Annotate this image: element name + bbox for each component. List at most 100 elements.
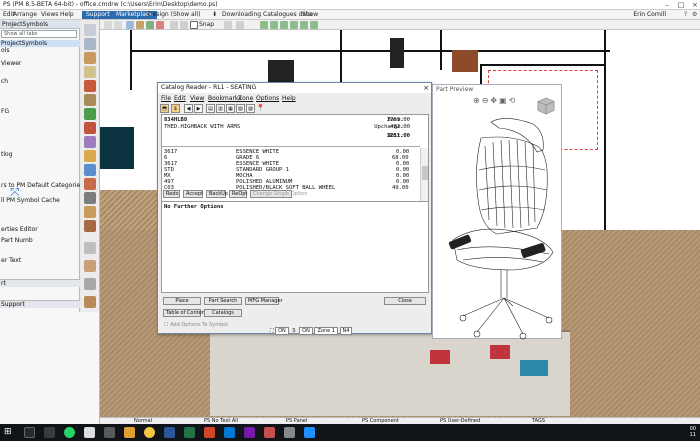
symbol-icon-16[interactable]	[84, 242, 96, 254]
part-search-button[interactable]: Part Search	[204, 297, 242, 305]
panel-item-text[interactable]: er Text	[0, 257, 80, 264]
panel-item-catalog[interactable]: tlog	[0, 151, 80, 158]
symbol-icon-5[interactable]	[84, 80, 96, 92]
n4-field[interactable]: N4	[339, 327, 353, 335]
fit-icon[interactable]: ▣	[499, 96, 509, 105]
panel-item-tools[interactable]: ols	[0, 47, 80, 54]
support-button[interactable]: Support	[82, 11, 114, 19]
whatsapp-icon[interactable]	[64, 427, 75, 438]
app-icon-3[interactable]	[264, 427, 275, 438]
room-tool-icon[interactable]	[146, 21, 154, 29]
redo-button[interactable]: Redo	[163, 190, 180, 198]
symbol-icon-6[interactable]	[84, 94, 96, 106]
tool-icon-a[interactable]	[260, 21, 268, 29]
dialog-menu-file[interactable]: File	[161, 95, 171, 102]
app-icon-1[interactable]	[84, 427, 95, 438]
word-icon[interactable]	[164, 427, 175, 438]
menu-arrange[interactable]: Arrange	[13, 11, 37, 18]
app-icon-4[interactable]	[284, 427, 295, 438]
osnap-s[interactable]: S	[290, 328, 297, 334]
tool-icon-4[interactable]: ▧	[236, 104, 245, 113]
osnap-on-1[interactable]: ON	[275, 327, 289, 335]
panel-item-fg[interactable]: FG	[0, 108, 80, 115]
symbol-icon-19[interactable]	[84, 296, 96, 308]
move-tool-icon[interactable]	[114, 21, 122, 29]
tool-icon-5[interactable]: ▨	[246, 104, 255, 113]
symbol-icon-11[interactable]	[84, 164, 96, 176]
reopt-button[interactable]: ReOpt	[229, 190, 247, 198]
osnap-icon[interactable]: ⛶	[270, 328, 274, 334]
menu-views[interactable]: Views	[41, 11, 58, 18]
change-single-option-button[interactable]: Change Single Option	[250, 190, 307, 198]
onenote-icon[interactable]	[244, 427, 255, 438]
symbol-icon-2[interactable]	[84, 38, 96, 50]
accept-button[interactable]: Accept	[183, 190, 203, 198]
close-button[interactable]: Close	[384, 297, 426, 305]
mfg-manager-button[interactable]: MFG Manager	[245, 297, 283, 305]
chrome-icon[interactable]	[144, 427, 155, 438]
symbol-icon-1[interactable]	[84, 24, 96, 36]
zoom-tool-icon[interactable]	[170, 21, 178, 29]
tool-icon-b[interactable]	[270, 21, 278, 29]
app-icon-5[interactable]	[304, 427, 315, 438]
scrollbar-thumb[interactable]	[422, 166, 428, 180]
tool-icon-c[interactable]	[280, 21, 288, 29]
dialog-menu-view[interactable]: View	[190, 95, 204, 102]
task-view-icon[interactable]	[44, 427, 55, 438]
dialog-menu-zone[interactable]: Zone	[238, 95, 253, 102]
tool-icon-3[interactable]: ▦	[226, 104, 235, 113]
catalog-save-icon[interactable]: $	[171, 104, 180, 113]
help-icon[interactable]: ?	[684, 11, 687, 18]
zone-field[interactable]: Zone 1	[314, 327, 338, 335]
close-icon[interactable]: ×	[688, 0, 700, 10]
zoom-in-icon[interactable]: ⊕	[473, 96, 482, 105]
symbol-icon-10[interactable]	[84, 150, 96, 162]
symbol-icon-18[interactable]	[84, 278, 96, 290]
panel-item-part-number[interactable]: Part Numb	[0, 237, 80, 244]
catalog-open-icon[interactable]: ⬒	[160, 104, 169, 113]
start-icon[interactable]: ⊞	[4, 427, 15, 438]
wall-tool-icon[interactable]	[136, 21, 144, 29]
minimize-icon[interactable]: –	[660, 0, 674, 10]
tabs-filter-input[interactable]: Show all tabs	[1, 30, 77, 38]
back-icon[interactable]: ◀	[184, 104, 193, 113]
dialog-menu-bookmarks[interactable]: Bookmarks	[208, 95, 242, 102]
tool-icon-d[interactable]	[290, 21, 298, 29]
user-name[interactable]: Erin Cornill	[633, 11, 666, 18]
symbol-icon-4[interactable]	[84, 66, 96, 78]
rotate-icon[interactable]: ⟲	[509, 96, 518, 105]
symbol-icon-15[interactable]	[84, 220, 96, 232]
select-tool-icon[interactable]	[104, 21, 112, 29]
show-button[interactable]: Show	[302, 11, 318, 18]
panel-item-project-symbols[interactable]: ProjectSymbols	[0, 40, 80, 47]
file-explorer-icon[interactable]	[124, 427, 135, 438]
pin-icon[interactable]: 📍	[256, 104, 265, 113]
add-options-checkbox[interactable]: ☐ Add Options To Symbol	[164, 322, 228, 328]
symbol-icon-14[interactable]	[84, 206, 96, 218]
design-dropdown[interactable]: Design (Show all)	[148, 11, 200, 18]
grid-icon[interactable]	[224, 21, 232, 29]
catalogs-button[interactable]: Catalogs	[204, 309, 242, 317]
panel-item-pm-default-categories[interactable]: rs to PM Default Categories	[0, 182, 80, 189]
tool-icon-e[interactable]	[300, 21, 308, 29]
panel-item-viewer[interactable]: Viewer	[0, 60, 80, 67]
osnap-on-2[interactable]: ON	[299, 327, 313, 335]
tool-icon-f[interactable]	[310, 21, 318, 29]
maximize-icon[interactable]: □	[674, 0, 688, 10]
tool-icon-2[interactable]: ▥	[216, 104, 225, 113]
tool-icon-1[interactable]: ▤	[206, 104, 215, 113]
symbol-icon-8[interactable]	[84, 122, 96, 134]
dimension-tool-icon[interactable]	[156, 21, 164, 29]
symbol-icon-17[interactable]	[84, 260, 96, 272]
symbol-icon-9[interactable]	[84, 136, 96, 148]
forward-icon[interactable]: ▶	[194, 104, 203, 113]
table-of-contents-button[interactable]: Table of Contents	[163, 309, 209, 317]
dialog-close-icon[interactable]: ×	[423, 83, 429, 93]
symbol-icon-3[interactable]	[84, 52, 96, 64]
system-clock[interactable]: 00 11	[690, 426, 696, 438]
symbol-icon-13[interactable]	[84, 192, 96, 204]
search-icon[interactable]	[24, 427, 35, 438]
ortho-icon[interactable]	[236, 21, 244, 29]
section-header-support[interactable]: Support	[0, 300, 80, 308]
layer-tool-icon[interactable]	[126, 21, 134, 29]
